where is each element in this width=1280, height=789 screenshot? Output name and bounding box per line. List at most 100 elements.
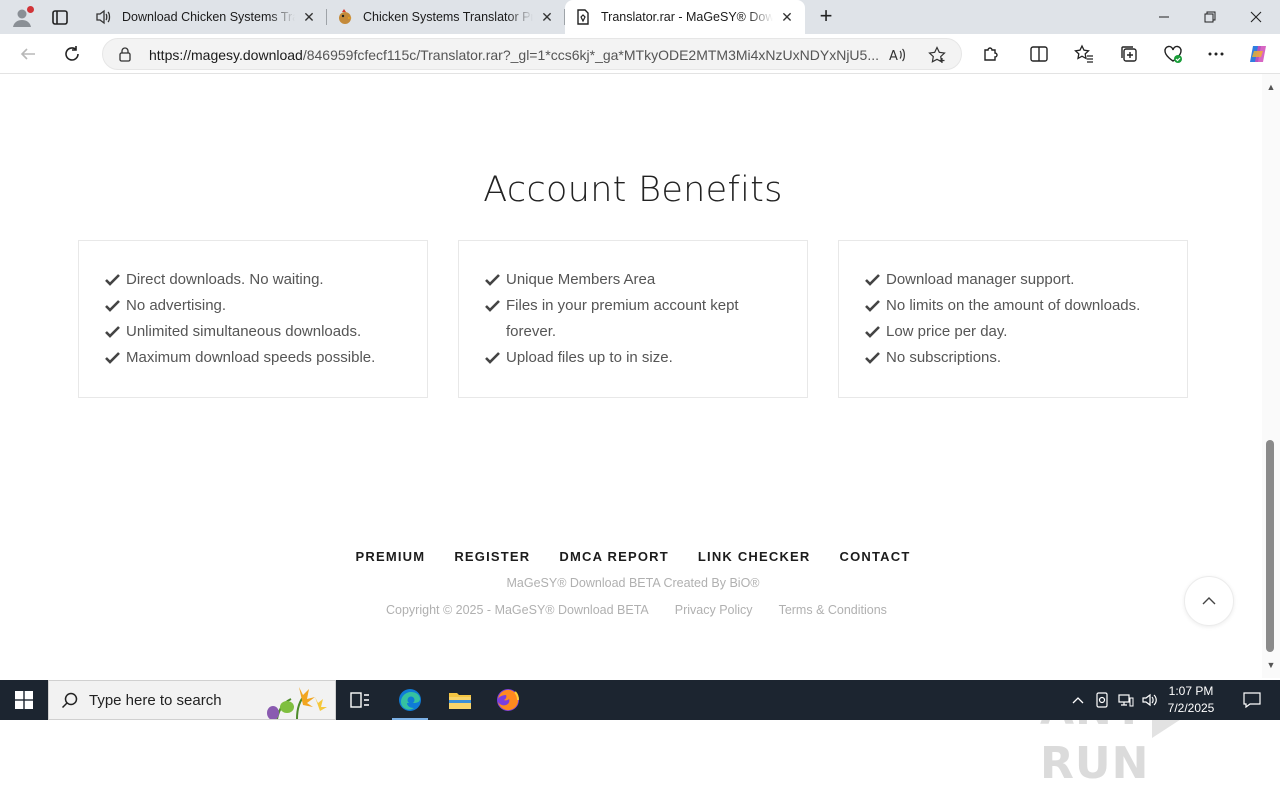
footer-nav: PREMIUM REGISTER DMCA REPORT LINK CHECKE… bbox=[4, 549, 1262, 564]
benefit-item: No limits on the amount of downloads. bbox=[865, 293, 1167, 319]
profile-notification-dot bbox=[27, 6, 34, 13]
tray-volume-icon[interactable] bbox=[1140, 680, 1160, 720]
benefit-item: Unlimited simultaneous downloads. bbox=[105, 319, 407, 345]
restore-icon bbox=[1204, 11, 1216, 23]
lock-icon[interactable] bbox=[117, 46, 133, 62]
check-icon bbox=[865, 352, 880, 364]
favorites-button[interactable] bbox=[1072, 42, 1096, 66]
check-icon bbox=[865, 300, 880, 312]
page-scrollbar[interactable]: ▲ ▼ bbox=[1262, 74, 1280, 678]
notification-icon bbox=[1243, 692, 1261, 708]
favorites-icon bbox=[1074, 44, 1093, 63]
tray-network-icon[interactable] bbox=[1116, 680, 1136, 720]
split-screen-button[interactable] bbox=[1027, 42, 1051, 66]
close-tab-icon[interactable]: ✕ bbox=[299, 7, 319, 27]
footer-link-dmca-report[interactable]: DMCA REPORT bbox=[559, 549, 669, 564]
tab-actions-button[interactable] bbox=[48, 5, 72, 29]
tab-translator-rar[interactable]: Translator.rar - MaGeSY® Download ✕ bbox=[565, 0, 805, 34]
footer-link-contact[interactable]: CONTACT bbox=[840, 549, 911, 564]
collections-icon bbox=[1121, 46, 1137, 62]
task-view-icon bbox=[350, 692, 369, 708]
footer-link-register[interactable]: REGISTER bbox=[454, 549, 530, 564]
benefit-item: Files in your premium account kept forev… bbox=[485, 293, 787, 345]
url-text[interactable]: https://magesy.download/846959fcfecf115c… bbox=[149, 47, 879, 63]
notification-center-button[interactable] bbox=[1232, 680, 1272, 720]
start-button[interactable] bbox=[0, 680, 48, 720]
check-icon bbox=[485, 274, 500, 286]
url-path: /846959fcfecf115c/Translator.rar?_gl=1*c… bbox=[302, 47, 879, 63]
clock-time: 1:07 PM bbox=[1168, 684, 1214, 698]
close-tab-icon[interactable]: ✕ bbox=[777, 7, 797, 27]
address-bar[interactable]: https://magesy.download/846959fcfecf115c… bbox=[102, 38, 962, 70]
extensions-button[interactable] bbox=[979, 42, 1003, 66]
taskbar-edge[interactable] bbox=[386, 680, 434, 720]
show-hidden-icons-button[interactable] bbox=[1068, 680, 1088, 720]
windows-logo-icon bbox=[15, 691, 33, 709]
terms-link[interactable]: Terms & Conditions bbox=[779, 603, 887, 617]
benefits-card-2: Unique Members Area Files in your premiu… bbox=[458, 240, 808, 398]
favorite-star-icon[interactable] bbox=[927, 45, 947, 65]
privacy-policy-link[interactable]: Privacy Policy bbox=[675, 603, 753, 617]
close-icon bbox=[1250, 11, 1262, 23]
check-icon bbox=[105, 300, 120, 312]
task-view-button[interactable] bbox=[336, 680, 384, 720]
firefox-icon bbox=[497, 689, 519, 711]
close-tab-icon[interactable]: ✕ bbox=[537, 7, 557, 27]
page-content: Account Benefits Direct downloads. No wa… bbox=[4, 74, 1262, 789]
audio-playing-icon[interactable] bbox=[94, 7, 114, 27]
benefit-item: Low price per day. bbox=[865, 319, 1167, 345]
profile-avatar[interactable] bbox=[10, 5, 34, 29]
minimize-button[interactable] bbox=[1141, 0, 1187, 34]
read-aloud-icon[interactable]: A bbox=[887, 45, 907, 65]
scroll-down-arrow-icon[interactable]: ▼ bbox=[1266, 660, 1276, 670]
footer-bottom-row: Copyright © 2025 - MaGeSY® Download BETA… bbox=[386, 603, 887, 617]
edge-browser-icon bbox=[399, 689, 421, 711]
tab-label: Translator.rar - MaGeSY® Download bbox=[601, 10, 773, 24]
tray-device-icon[interactable] bbox=[1092, 680, 1112, 720]
copilot-icon bbox=[1250, 46, 1266, 62]
tab-actions-icon bbox=[52, 10, 68, 25]
settings-menu-button[interactable] bbox=[1204, 42, 1228, 66]
check-icon bbox=[865, 326, 880, 338]
search-highlight-flowers-icon bbox=[267, 687, 327, 719]
speaker-icon bbox=[1142, 693, 1157, 707]
collections-button[interactable] bbox=[1117, 42, 1141, 66]
footer-link-premium[interactable]: PREMIUM bbox=[356, 549, 426, 564]
back-arrow-icon bbox=[20, 48, 35, 60]
network-icon bbox=[1118, 694, 1134, 707]
tab-download-chicken[interactable]: Download Chicken Systems Translator ✕ bbox=[86, 0, 327, 34]
back-button[interactable] bbox=[16, 42, 40, 66]
copilot-button[interactable] bbox=[1246, 42, 1270, 66]
benefit-item: Download manager support. bbox=[865, 267, 1167, 293]
close-window-button[interactable] bbox=[1233, 0, 1279, 34]
new-tab-button[interactable]: + bbox=[814, 5, 838, 29]
footer-link-link-checker[interactable]: LINK CHECKER bbox=[698, 549, 811, 564]
windows-taskbar: Type here to search 1:07 PM 7/2/2025 bbox=[0, 680, 1280, 720]
taskbar-clock[interactable]: 1:07 PM 7/2/2025 bbox=[1160, 683, 1222, 717]
browser-essentials-button[interactable] bbox=[1161, 42, 1185, 66]
check-icon bbox=[105, 326, 120, 338]
minimize-icon bbox=[1159, 16, 1169, 18]
back-to-top-button[interactable] bbox=[1184, 576, 1234, 626]
heart-pulse-icon bbox=[1164, 45, 1182, 63]
benefit-item: No subscriptions. bbox=[865, 345, 1167, 371]
refresh-button[interactable] bbox=[60, 42, 84, 66]
taskbar-search-box[interactable]: Type here to search bbox=[48, 680, 336, 720]
folder-icon bbox=[449, 693, 471, 709]
device-icon bbox=[1096, 692, 1108, 708]
search-icon bbox=[61, 692, 78, 709]
tab-chicken-translator[interactable]: Chicken Systems Translator Pro v2 ✕ bbox=[327, 0, 565, 34]
check-icon bbox=[485, 300, 500, 312]
benefit-item: No advertising. bbox=[105, 293, 407, 319]
benefits-card-1: Direct downloads. No waiting. No adverti… bbox=[78, 240, 428, 398]
taskbar-firefox[interactable] bbox=[484, 680, 532, 720]
document-favicon-icon bbox=[573, 7, 593, 27]
scroll-up-arrow-icon[interactable]: ▲ bbox=[1266, 82, 1276, 92]
check-icon bbox=[105, 352, 120, 364]
taskbar-file-explorer[interactable] bbox=[436, 680, 484, 720]
tab-label: Download Chicken Systems Translator bbox=[122, 10, 295, 24]
restore-button[interactable] bbox=[1187, 0, 1233, 34]
scrollbar-thumb[interactable] bbox=[1266, 440, 1274, 652]
chevron-up-icon bbox=[1072, 697, 1084, 704]
check-icon bbox=[865, 274, 880, 286]
